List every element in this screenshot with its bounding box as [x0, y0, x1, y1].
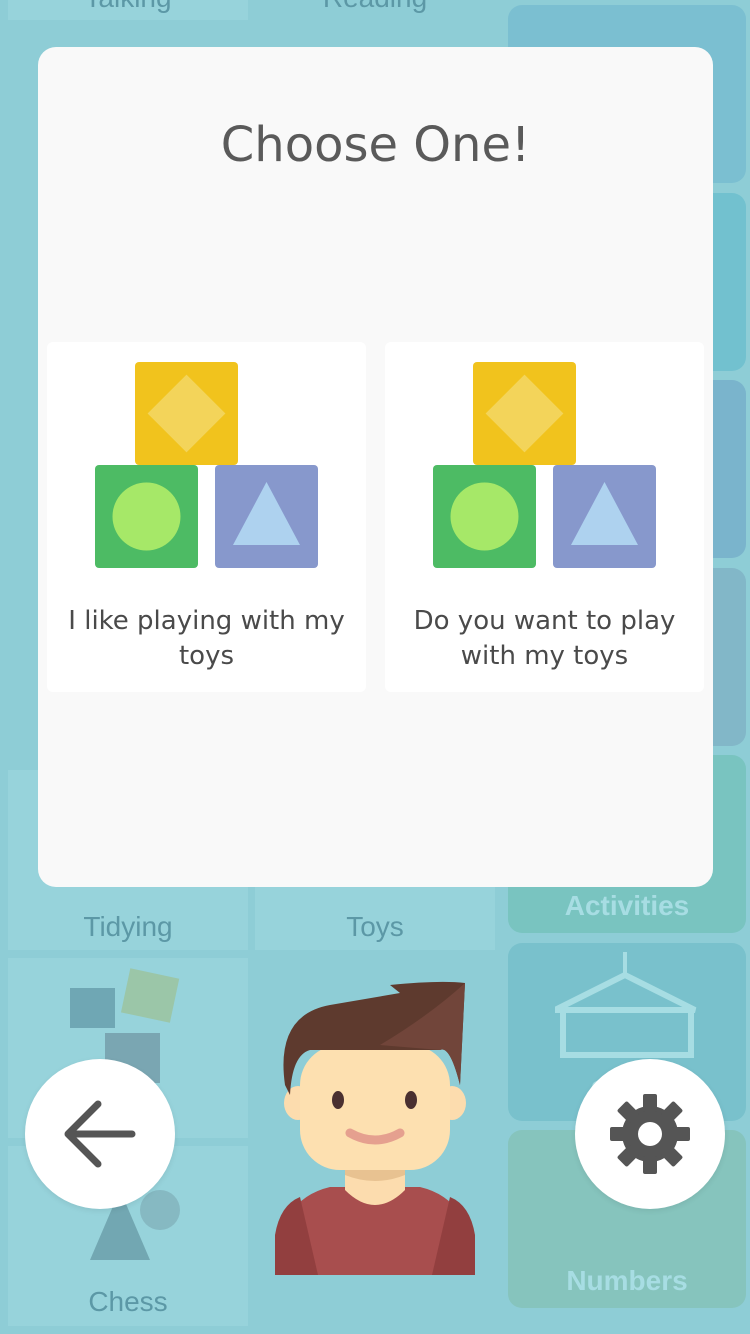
bg-tile-label-talking: Talking — [8, 0, 248, 14]
toy-blocks-icon — [95, 362, 318, 568]
gear-icon — [610, 1094, 690, 1174]
bg-category-label-activities: Activities — [564, 890, 690, 921]
boy-avatar — [275, 981, 475, 1275]
toy-blocks-icon — [433, 362, 656, 568]
bg-tile-label-reading: Reading — [255, 0, 495, 14]
option-text-1: I like playing with my toys — [68, 606, 345, 671]
bg-tile-label-tidying: Tidying — [83, 911, 173, 942]
bg-category-label-numbers: Numbers — [566, 1265, 688, 1296]
option-text-2: Do you want to play with my toys — [413, 606, 676, 671]
arrow-left-icon — [64, 1100, 136, 1168]
bg-tile-label-toys: Toys — [346, 911, 404, 942]
modal-title: Choose One! — [220, 117, 531, 173]
settings-button[interactable] — [575, 1059, 725, 1209]
option-card-1[interactable]: I like playing with my toys — [47, 342, 366, 692]
back-button[interactable] — [25, 1059, 175, 1209]
choose-one-modal: Choose One! I like playing with my toys … — [38, 47, 713, 887]
option-card-2[interactable]: Do you want to play with my toys — [385, 342, 704, 692]
bg-tile-label-chess: Chess — [88, 1286, 168, 1317]
school-icon — [555, 952, 697, 1058]
